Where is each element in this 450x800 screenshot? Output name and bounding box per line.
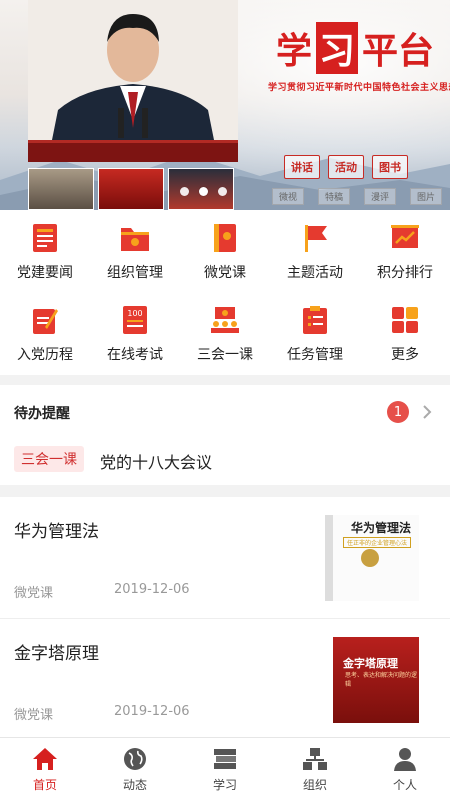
tab-label: 学习 — [212, 778, 237, 792]
menu-item-points-ranking[interactable]: 积分排行 — [360, 210, 450, 292]
tab-profile[interactable]: 个人 — [360, 738, 450, 800]
article-title: 金字塔原理 — [14, 644, 99, 664]
menu-item-label: 三会一课 — [197, 347, 253, 363]
tag-feature[interactable]: 特稿 — [318, 188, 351, 205]
thumbnail-2[interactable] — [98, 168, 164, 210]
tag-comment[interactable]: 漫评 — [364, 188, 397, 205]
menu-item-label: 主题活动 — [287, 265, 343, 281]
menu-item-party-news[interactable]: 党建要闻 — [0, 210, 90, 292]
tab-home[interactable]: 首页 — [0, 738, 90, 800]
menu-item-label: 微党课 — [204, 265, 246, 281]
article-date: 2019-12-06 — [114, 582, 190, 597]
menu-item-label: 积分排行 — [377, 265, 433, 281]
menu-item-online-exam[interactable]: 100 在线考试 — [90, 292, 180, 374]
tab-organization[interactable]: 组织 — [270, 738, 360, 800]
list-item[interactable]: 金字塔原理 微党课 2019-12-06 金字塔原理 思考、表达和解决问题的逻辑 — [0, 618, 450, 738]
todo-heading: 待办提醒 — [14, 406, 70, 422]
chevron-right-icon[interactable] — [420, 403, 434, 421]
pill-speech[interactable]: 讲话 — [284, 155, 320, 179]
book-icon — [209, 222, 241, 254]
brand-title-part-1: 学 — [276, 30, 313, 72]
tab-label: 动态 — [122, 778, 147, 792]
book-cover: 华为管理法 任正非的企业管理心法 — [325, 515, 419, 601]
todo-category-tag: 三会一课 — [14, 446, 84, 472]
todo-item-title[interactable]: 党的十八大会议 — [100, 449, 212, 473]
todo-count-badge: 1 — [387, 401, 409, 423]
menu-item-org-management[interactable]: 组织管理 — [90, 210, 180, 292]
tab-label: 首页 — [32, 778, 57, 792]
menu-item-label: 在线考试 — [107, 347, 163, 363]
cover-subtitle: 任正非的企业管理心法 — [343, 537, 412, 548]
tab-news-feed[interactable]: 动态 — [90, 738, 180, 800]
books-icon — [214, 749, 236, 769]
person-icon — [394, 748, 416, 771]
article-list: 华为管理法 微党课 2019-12-06 华为管理法 任正非的企业管理心法 金字… — [0, 497, 450, 737]
carousel-dot-active[interactable] — [199, 187, 208, 196]
grid-icon — [389, 304, 421, 336]
banner-tags: 微视 特稿 漫评 图片 — [272, 188, 443, 205]
tag-pictures[interactable]: 图片 — [410, 188, 443, 205]
article-date: 2019-12-06 — [114, 704, 190, 719]
tag-micro-video[interactable]: 微视 — [272, 188, 305, 205]
article-category: 微党课 — [14, 586, 54, 601]
cover-emblem — [361, 549, 379, 567]
menu-item-label: 党建要闻 — [17, 265, 73, 281]
podium — [28, 140, 238, 162]
chart-icon — [389, 222, 421, 254]
cover-title: 华为管理法 — [351, 521, 412, 535]
article-category: 微党课 — [14, 708, 54, 723]
tab-study[interactable]: 学习 — [180, 738, 270, 800]
banner-pills: 讲话 活动 图书 — [284, 155, 408, 179]
menu-item-label: 任务管理 — [287, 347, 343, 363]
carousel-dots[interactable] — [180, 187, 227, 196]
speaker-portrait — [28, 0, 238, 160]
menu-item-label: 组织管理 — [107, 265, 163, 281]
brand-subtitle: 学习贯彻习近平新时代中国特色社会主义思想 — [268, 83, 450, 93]
menu-item-task-management[interactable]: 任务管理 — [270, 292, 360, 374]
carousel-dot[interactable] — [218, 187, 227, 196]
flag-icon — [299, 222, 331, 254]
org-icon — [303, 748, 327, 770]
thumbnail-1[interactable] — [28, 168, 94, 210]
pill-books[interactable]: 图书 — [372, 155, 408, 179]
brand-title: 学 习 平台 — [276, 22, 434, 74]
folder-icon — [119, 222, 151, 254]
article-title: 华为管理法 — [14, 522, 99, 542]
home-icon — [33, 748, 57, 770]
meeting-icon — [209, 304, 241, 336]
svg-text:100: 100 — [127, 309, 142, 318]
menu-item-label: 更多 — [391, 347, 419, 363]
task-icon — [299, 304, 331, 336]
carousel-dot[interactable] — [180, 187, 189, 196]
menu-item-three-meetings[interactable]: 三会一课 — [180, 292, 270, 374]
tab-label: 组织 — [302, 778, 327, 792]
menu-item-micro-lesson[interactable]: 微党课 — [180, 210, 270, 292]
news-icon — [29, 222, 61, 254]
pen-note-icon — [29, 304, 61, 336]
cover-subtitle: 思考、表达和解决问题的逻辑 — [345, 672, 418, 688]
pill-activity[interactable]: 活动 — [328, 155, 364, 179]
globe-icon — [124, 748, 146, 770]
bottom-tab-bar: 首页 动态 学习 组织 个人 — [0, 737, 450, 800]
function-menu: 党建要闻 组织管理 微党课 主题活动 积分排行 入党历程 100 在线考试 三会… — [0, 210, 450, 375]
menu-item-join-history[interactable]: 入党历程 — [0, 292, 90, 374]
menu-item-theme-activity[interactable]: 主题活动 — [270, 210, 360, 292]
book-cover: 金字塔原理 思考、表达和解决问题的逻辑 — [333, 637, 419, 723]
list-item[interactable]: 华为管理法 微党课 2019-12-06 华为管理法 任正非的企业管理心法 — [0, 497, 450, 617]
menu-item-label: 入党历程 — [17, 347, 73, 363]
tab-label: 个人 — [392, 778, 417, 792]
brand-title-part-3: 平台 — [362, 30, 435, 72]
brand-title-part-2: 习 — [316, 22, 359, 74]
todo-reminder-card[interactable]: 待办提醒 1 三会一课 党的十八大会议 — [0, 385, 450, 485]
cover-title: 金字塔原理 — [343, 657, 398, 670]
hero-banner[interactable]: 学 习 平台 学习贯彻习近平新时代中国特色社会主义思想 讲话 活动 图书 微视 … — [0, 0, 450, 210]
exam-icon: 100 — [119, 304, 151, 336]
menu-item-more[interactable]: 更多 — [360, 292, 450, 374]
